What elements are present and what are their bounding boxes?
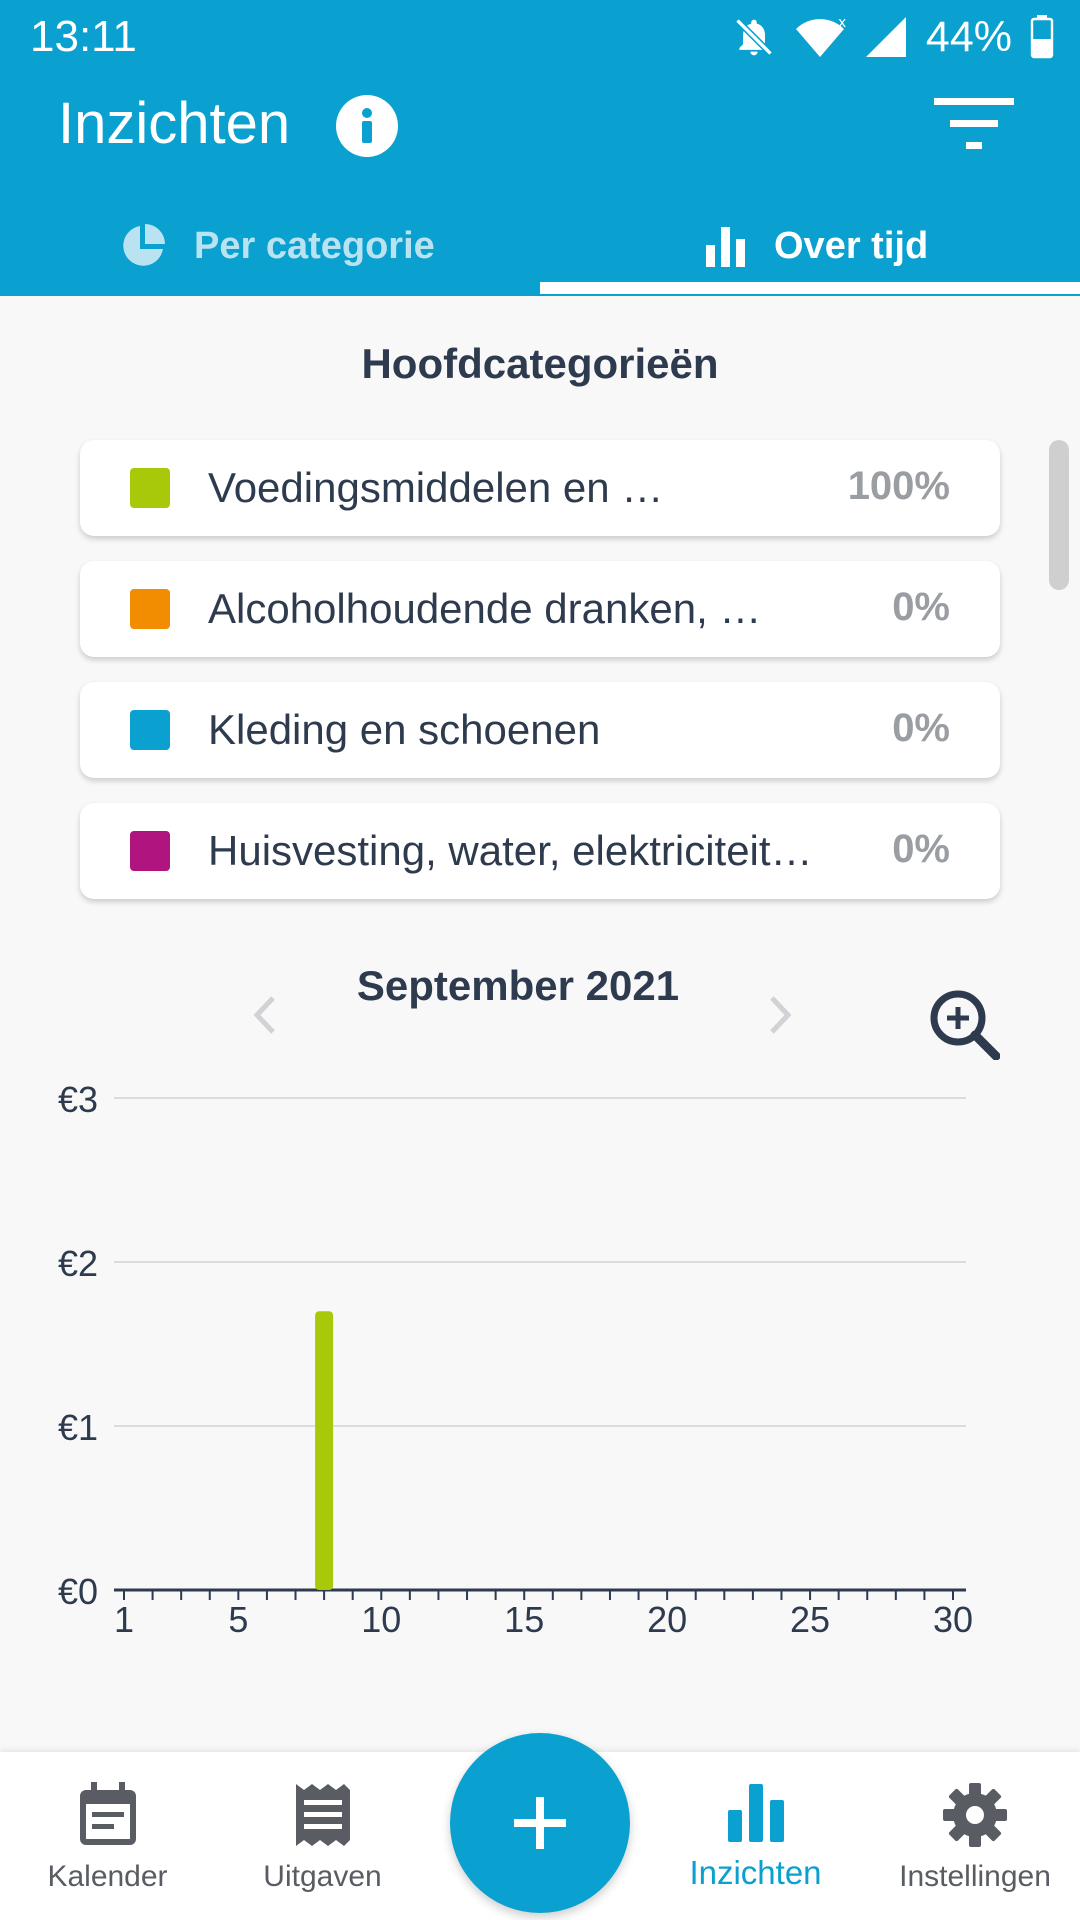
- category-color-swatch: [130, 710, 170, 750]
- category-color-swatch: [130, 831, 170, 871]
- y-tick-label: €2: [58, 1243, 98, 1284]
- nav-item-instellingen[interactable]: Instellingen: [890, 1752, 1060, 1920]
- signal-icon: [865, 17, 906, 57]
- tab-per-categorie-label: Per categorie: [194, 224, 435, 267]
- battery-percent: 44%: [925, 12, 1012, 61]
- nav-item-kalender[interactable]: Kalender: [30, 1752, 185, 1920]
- receipt-icon: [295, 1784, 350, 1846]
- info-icon[interactable]: [336, 95, 398, 157]
- category-percent: 100%: [847, 464, 950, 508]
- chart-bar: [315, 1311, 334, 1590]
- x-tick-label: 10: [361, 1599, 401, 1640]
- category-color-swatch: [130, 468, 170, 508]
- filter-icon[interactable]: [934, 96, 1014, 152]
- chevron-left-icon[interactable]: [245, 992, 285, 1038]
- x-tick-label: 5: [228, 1599, 248, 1640]
- chevron-right-icon[interactable]: [760, 992, 800, 1038]
- plus-icon: [514, 1797, 566, 1849]
- battery-icon: [1030, 15, 1054, 59]
- app-header: 13:11 x 44% Inzichten Per categorie Over…: [0, 0, 1080, 296]
- category-name: Kleding en schoenen: [208, 706, 601, 753]
- nav-label: Inzichten: [689, 1854, 822, 1891]
- x-tick-label: 25: [790, 1599, 830, 1640]
- category-item-alcohol[interactable]: Alcoholhoudende dranken, … 0%: [80, 561, 1000, 657]
- page-title: Inzichten: [58, 91, 291, 156]
- category-scrollbar[interactable]: [1049, 440, 1069, 590]
- svg-text:x: x: [838, 15, 846, 31]
- y-tick-label: €0: [58, 1571, 98, 1612]
- nav-label: Kalender: [47, 1860, 168, 1893]
- nav-label: Uitgaven: [263, 1860, 382, 1893]
- tab-per-categorie[interactable]: Per categorie: [120, 196, 435, 296]
- category-item-voeding[interactable]: Voedingsmiddelen en … 100%: [80, 440, 1000, 536]
- status-icons: x 44%: [732, 12, 1054, 62]
- zoom-in-icon[interactable]: [928, 988, 1000, 1060]
- nav-item-inzichten[interactable]: Inzichten: [678, 1752, 833, 1920]
- pie-chart-icon: [123, 224, 165, 266]
- category-item-huisvesting[interactable]: Huisvesting, water, elektriciteit… 0%: [80, 803, 1000, 899]
- nav-label: Instellingen: [899, 1860, 1051, 1893]
- category-name: Alcoholhoudende dranken, …: [208, 585, 762, 632]
- spending-over-time-chart: €0€1€2€31 5 10 15 20 25 30: [58, 1079, 973, 1640]
- bar-chart-icon: [706, 227, 745, 267]
- status-bar: 13:11 x 44%: [0, 0, 1080, 74]
- nav-item-uitgaven[interactable]: Uitgaven: [245, 1752, 400, 1920]
- wifi-icon: x: [795, 15, 846, 57]
- category-name: Huisvesting, water, elektriciteit…: [208, 827, 813, 874]
- y-tick-label: €3: [58, 1079, 98, 1120]
- category-color-swatch: [130, 589, 170, 629]
- tab-over-tijd-label: Over tijd: [774, 224, 929, 267]
- calendar-icon: [79, 1782, 136, 1845]
- category-percent: 0%: [892, 827, 950, 871]
- x-tick-label: 1: [114, 1599, 134, 1640]
- bell-off-icon: [735, 18, 773, 56]
- category-percent: 0%: [892, 706, 950, 750]
- bar-chart-icon: [727, 1784, 784, 1842]
- x-tick-label: 15: [504, 1599, 544, 1640]
- period-label: September 2021: [356, 962, 680, 1009]
- active-tab-indicator: [540, 282, 1080, 294]
- y-tick-label: €1: [58, 1407, 98, 1448]
- gear-icon: [943, 1783, 1007, 1847]
- category-item-kleding[interactable]: Kleding en schoenen 0%: [80, 682, 1000, 778]
- section-title: Hoofdcategorieën: [361, 340, 719, 387]
- category-name: Voedingsmiddelen en …: [208, 464, 664, 511]
- status-time: 13:11: [30, 12, 137, 61]
- x-tick-label: 30: [933, 1599, 973, 1640]
- tab-over-tijd[interactable]: Over tijd: [706, 196, 928, 296]
- add-expense-button[interactable]: [450, 1733, 630, 1913]
- category-percent: 0%: [892, 585, 950, 629]
- x-tick-label: 20: [647, 1599, 687, 1640]
